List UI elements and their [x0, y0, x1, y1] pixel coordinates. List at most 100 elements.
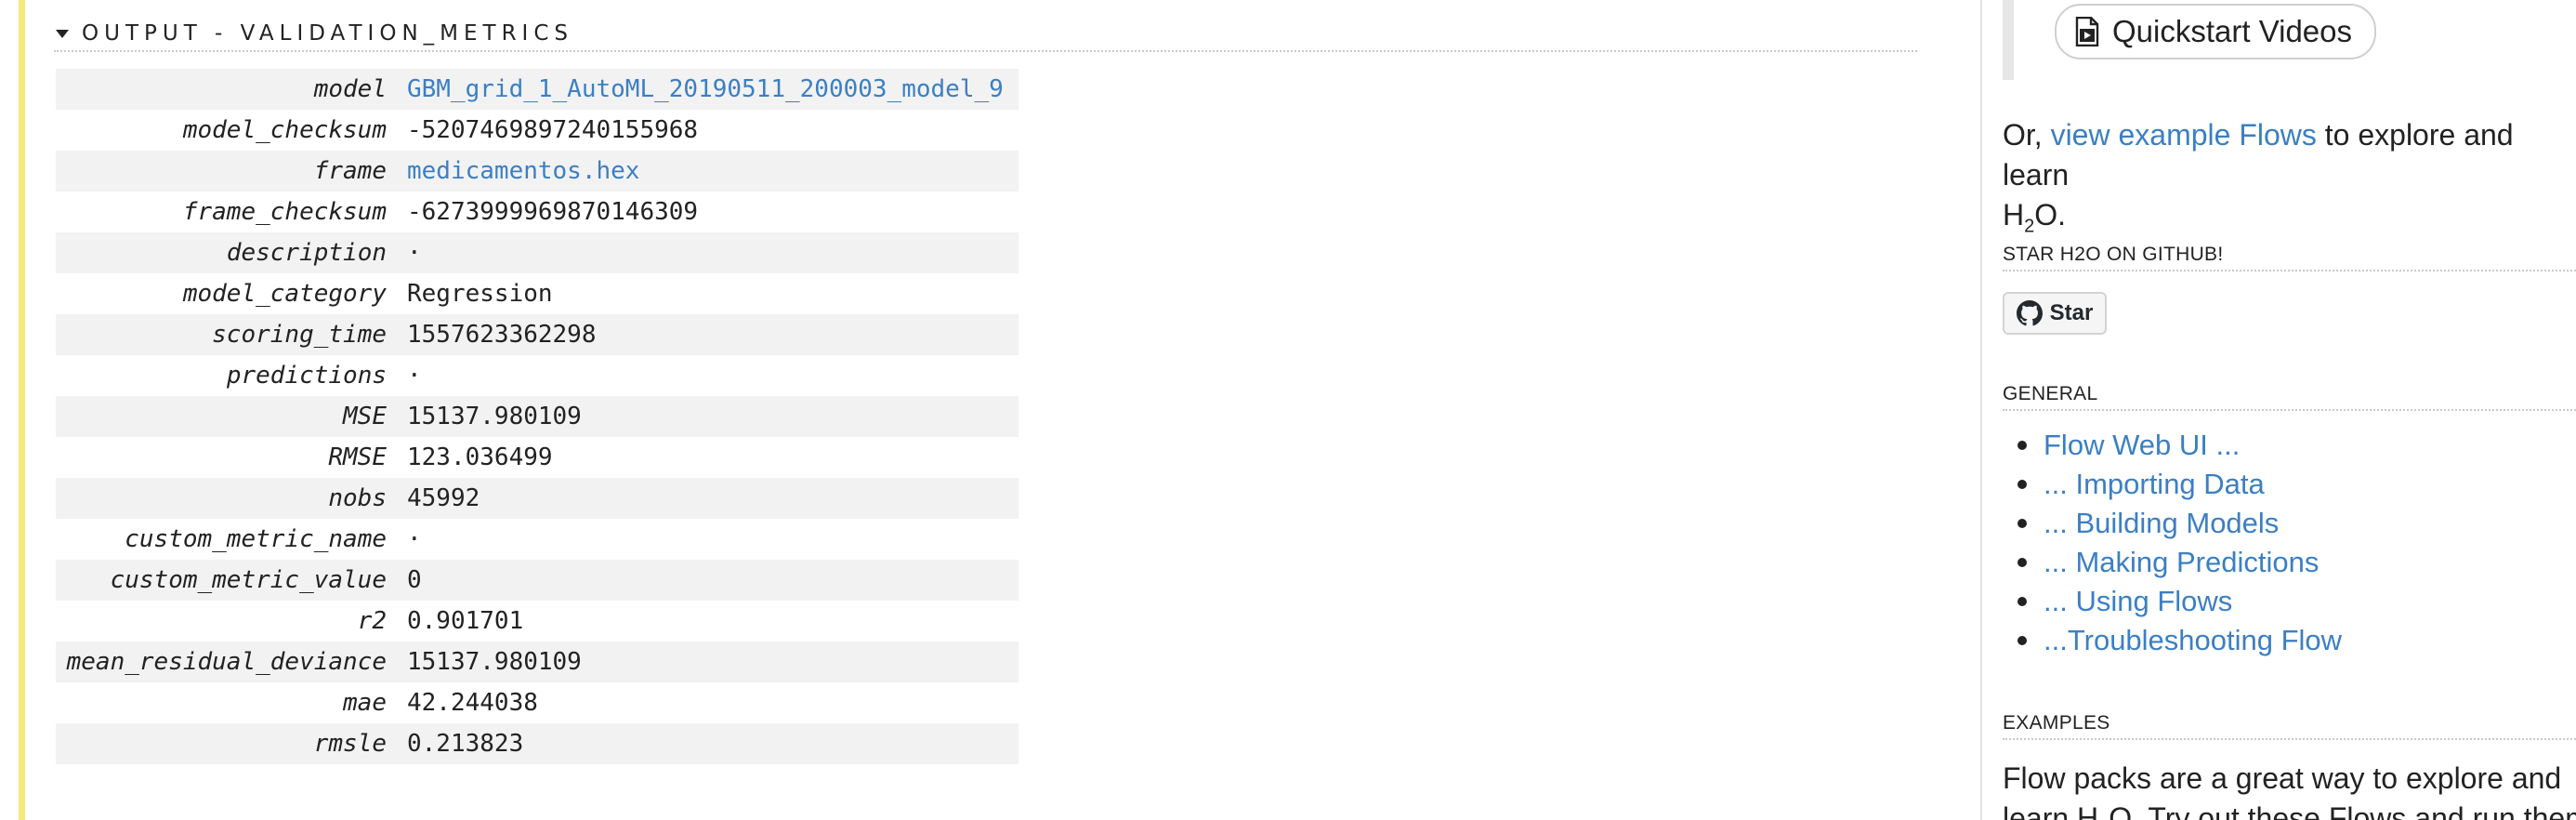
help-sidebar: Quickstart Videos Or, view example Flows… — [2003, 0, 2576, 820]
metric-key: custom_metric_value — [56, 560, 407, 601]
metric-value: 15137.980109 — [407, 641, 1019, 682]
metric-row-scoring-time: scoring_time 1557623362298 — [56, 314, 1019, 355]
metric-row-model-category: model_category Regression — [56, 273, 1019, 314]
bullet-icon — [2017, 441, 2027, 450]
intro-text: Or, view example Flows to explore and le… — [2003, 115, 2569, 246]
metric-key: model_category — [182, 280, 387, 308]
view-example-flows-link[interactable]: view example Flows — [2051, 118, 2317, 152]
general-link[interactable]: Flow Web UI ... — [2044, 429, 2240, 462]
bullet-icon — [2017, 480, 2027, 489]
examples-line-2-suffix: O. Try out these Flows and run them — [2109, 801, 2576, 820]
sidebar-divider — [1980, 0, 1982, 820]
general-link-item: Flow Web UI ... — [2003, 426, 2342, 465]
general-link[interactable]: ... Using Flows — [2044, 585, 2232, 618]
intro-prefix: Or, — [2003, 118, 2051, 152]
general-link[interactable]: ...Troubleshooting Flow — [2044, 624, 2342, 657]
metric-row-mae: mae 42.244038 — [56, 682, 1019, 723]
metric-key: description — [56, 232, 407, 273]
metric-row-custom-metric-name: custom_metric_name · — [56, 519, 1019, 560]
examples-line-2-prefix: learn H — [2003, 801, 2099, 820]
intro-o: O. — [2034, 198, 2067, 231]
general-link-item: ... Making Predictions — [2003, 543, 2342, 582]
metric-value: Regression — [407, 280, 553, 308]
caret-down-icon[interactable] — [56, 29, 69, 38]
general-link-item: ... Building Models — [2003, 504, 2342, 543]
general-links-list: Flow Web UI ... ... Importing Data ... Bui… — [2003, 426, 2342, 660]
metric-key: RMSE — [328, 443, 387, 471]
bullet-icon — [2017, 636, 2027, 645]
examples-text: Flow packs are a great way to explore an… — [2003, 759, 2576, 820]
star-label: Star — [2049, 300, 2094, 325]
metric-key: predictions — [226, 362, 387, 390]
validation-metrics-table: model GBM_grid_1_AutoML_20190511_200003_m… — [56, 69, 1019, 764]
general-link[interactable]: ... Building Models — [2044, 507, 2279, 540]
metric-key: MSE — [56, 396, 407, 437]
general-link[interactable]: ... Making Predictions — [2044, 546, 2319, 579]
github-heading: STAR H2O ON GITHUB! — [2003, 244, 2576, 271]
metric-key: mae — [343, 689, 387, 717]
metric-value: -5207469897240155968 — [407, 116, 699, 144]
metric-key: nobs — [56, 478, 407, 519]
metric-row-rmsle: rmsle 0.213823 — [56, 723, 1019, 764]
intro-sub: 2 — [2024, 216, 2035, 237]
metric-value-cell: GBM_grid_1_AutoML_20190511_200003_model_… — [407, 69, 1019, 110]
sidebar-accent — [2003, 0, 2014, 80]
examples-heading: EXAMPLES — [2003, 712, 2576, 740]
metric-key: mean_residual_deviance — [56, 641, 407, 682]
file-video-icon — [2075, 17, 2099, 46]
general-link[interactable]: ... Importing Data — [2044, 468, 2265, 501]
cell-active-indicator — [19, 0, 25, 820]
metric-value: 1557623362298 — [407, 314, 1019, 355]
model-link[interactable]: GBM_grid_1_AutoML_20190511_200003_model_… — [407, 75, 1004, 103]
metric-value-cell: medicamentos.hex — [407, 151, 1019, 192]
github-star-button[interactable]: Star — [2003, 292, 2107, 335]
metric-value: -6273999969870146309 — [407, 198, 699, 226]
bullet-icon — [2017, 519, 2027, 528]
metric-value: 15137.980109 — [407, 396, 1019, 437]
quickstart-videos-label: Quickstart Videos — [2112, 14, 2353, 48]
section-title: OUTPUT - VALIDATION_METRICS — [82, 21, 574, 46]
metric-row-rmse: RMSE 123.036499 — [56, 437, 1019, 478]
metric-value: 123.036499 — [407, 443, 553, 471]
metric-row-description: description · — [56, 232, 1019, 273]
flow-page: OUTPUT - VALIDATION_METRICS model GBM_gri… — [0, 0, 2576, 820]
quickstart-videos-button[interactable]: Quickstart Videos — [2055, 4, 2377, 60]
metric-row-model-checksum: model_checksum -5207469897240155968 — [56, 110, 1019, 151]
bullet-icon — [2017, 558, 2027, 567]
metric-key: frame — [56, 151, 407, 192]
metric-key: custom_metric_name — [125, 525, 387, 553]
metric-value: · — [407, 525, 422, 553]
metric-row-mse: MSE 15137.980109 — [56, 396, 1019, 437]
metric-value: 42.244038 — [407, 689, 538, 717]
metric-key: frame_checksum — [182, 198, 387, 226]
metric-row-r2: r2 0.901701 — [56, 601, 1019, 641]
metric-value: · — [407, 362, 422, 390]
github-icon — [2016, 300, 2043, 326]
metric-value: 0 — [407, 560, 1019, 601]
general-link-item: ... Importing Data — [2003, 465, 2342, 504]
examples-line-1: Flow packs are a great way to explore an… — [2003, 761, 2562, 795]
general-link-item: ... Using Flows — [2003, 582, 2342, 621]
metric-key: model_checksum — [182, 116, 387, 144]
metric-value: 0.213823 — [407, 723, 1019, 764]
metric-key: model — [56, 69, 407, 110]
metric-key: r2 — [357, 607, 387, 635]
metric-row-frame-checksum: frame_checksum -6273999969870146309 — [56, 192, 1019, 232]
metric-row-nobs: nobs 45992 — [56, 478, 1019, 519]
validation-metrics-header[interactable]: OUTPUT - VALIDATION_METRICS — [54, 17, 1917, 52]
output-panel: OUTPUT - VALIDATION_METRICS model GBM_gri… — [54, 0, 1922, 820]
bullet-icon — [2017, 597, 2027, 606]
general-heading: GENERAL — [2003, 383, 2576, 411]
metric-row-mean-residual-deviance: mean_residual_deviance 15137.980109 — [56, 641, 1019, 682]
metric-row-frame: frame medicamentos.hex — [56, 151, 1019, 192]
metric-key: scoring_time — [56, 314, 407, 355]
metric-row-model: model GBM_grid_1_AutoML_20190511_200003_m… — [56, 69, 1019, 110]
frame-link[interactable]: medicamentos.hex — [407, 157, 639, 185]
intro-h: H — [2003, 198, 2025, 231]
metric-value: 45992 — [407, 478, 1019, 519]
general-link-item: ...Troubleshooting Flow — [2003, 621, 2342, 660]
metric-row-custom-metric-value: custom_metric_value 0 — [56, 560, 1019, 601]
metric-value: 0.901701 — [407, 607, 524, 635]
metric-value: · — [407, 232, 1019, 273]
metric-key: rmsle — [56, 723, 407, 764]
